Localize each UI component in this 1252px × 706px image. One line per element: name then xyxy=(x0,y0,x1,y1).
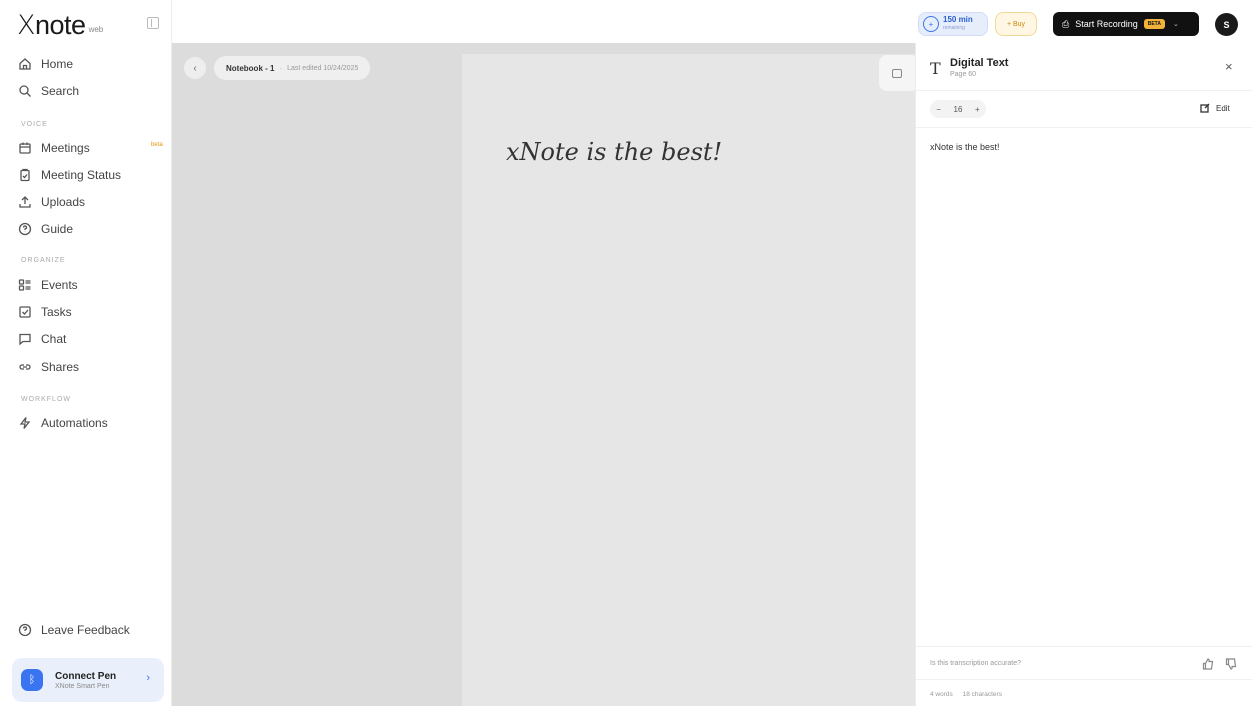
sidebar-item-automations[interactable]: Automations xyxy=(17,412,157,434)
close-icon[interactable]: × xyxy=(1225,59,1233,74)
upload-icon xyxy=(17,194,33,210)
handwriting-stroke: xNote is the best! xyxy=(506,138,722,166)
section-label-organize: ORGANIZE xyxy=(21,257,66,264)
notebook-page[interactable]: xNote is the best! xyxy=(462,54,915,706)
notebook-name[interactable]: Notebook - 1 xyxy=(226,64,274,73)
logo-web-tag: web xyxy=(88,25,104,34)
panel-toggle-button[interactable] xyxy=(879,55,919,91)
sidebar-collapse-icon[interactable] xyxy=(147,17,159,29)
bluetooth-icon: ᛒ xyxy=(21,669,43,691)
sidebar-item-label: Shares xyxy=(41,360,80,374)
character-count: 18 characters xyxy=(962,691,1002,698)
divider xyxy=(916,646,1252,647)
clipboard-check-icon xyxy=(17,167,33,183)
search-icon xyxy=(17,83,33,99)
events-icon xyxy=(17,277,33,293)
sidebar-item-label: Guide xyxy=(41,222,74,236)
sidebar-item-meetings[interactable]: Meetings beta xyxy=(17,137,163,159)
link-icon xyxy=(17,359,33,375)
logo-text: Xnote xyxy=(17,10,86,41)
text-type-icon: T xyxy=(930,59,941,78)
record-icon: ⎙ xyxy=(1062,18,1070,29)
breadcrumb: Notebook - 1 · Last edited 10/24/2025 xyxy=(214,56,371,80)
chevron-down-icon[interactable]: ⌄ xyxy=(1173,20,1179,28)
connect-pen-title: Connect Pen xyxy=(55,670,117,682)
font-size-value: 16 xyxy=(953,104,963,114)
beta-badge: beta xyxy=(151,142,163,148)
calendar-icon xyxy=(17,140,33,156)
panel-icon xyxy=(892,68,902,78)
sidebar-item-guide[interactable]: Guide xyxy=(17,218,157,240)
minutes-sub: remaining xyxy=(943,25,965,31)
breadcrumb-separator: · xyxy=(279,63,283,73)
section-label-workflow: WORKFLOW xyxy=(21,396,71,403)
task-check-icon xyxy=(17,304,33,320)
thumbs-up-icon[interactable] xyxy=(1202,657,1214,670)
font-size-stepper[interactable]: − 16 + xyxy=(930,100,986,118)
avatar[interactable]: S xyxy=(1215,13,1238,36)
transcription-text[interactable]: xNote is the best! xyxy=(930,142,1000,152)
sidebar: Xnote web Home Search VOICE Meetings bet… xyxy=(0,0,172,706)
font-increase-button[interactable]: + xyxy=(975,105,980,114)
clock-icon: + xyxy=(923,16,939,32)
back-button[interactable]: ‹ xyxy=(184,57,206,79)
sidebar-item-label: Automations xyxy=(41,416,108,430)
divider xyxy=(916,127,1252,128)
sidebar-item-label: Search xyxy=(41,84,80,98)
sidebar-item-label: Events xyxy=(41,278,78,292)
connect-pen-card[interactable]: ᛒ Connect Pen XNote Smart Pen › xyxy=(12,658,164,702)
minutes-text: 150 min remaining xyxy=(943,16,973,32)
edit-label: Edit xyxy=(1216,103,1230,113)
divider xyxy=(916,679,1252,680)
leave-feedback-link[interactable]: Leave Feedback xyxy=(17,619,157,641)
chat-icon xyxy=(17,331,33,347)
record-label: Start Recording xyxy=(1075,19,1138,29)
word-count: 4 words xyxy=(930,691,953,698)
home-icon xyxy=(17,56,33,72)
top-bar-background xyxy=(172,0,915,43)
connect-pen-subtitle: XNote Smart Pen xyxy=(55,682,110,690)
help-circle-icon xyxy=(17,221,33,237)
minutes-value: 150 min xyxy=(943,15,973,24)
connect-pen-text: Connect Pen XNote Smart Pen xyxy=(55,671,116,690)
sidebar-item-chat[interactable]: Chat xyxy=(17,328,157,350)
sidebar-item-events[interactable]: Events xyxy=(17,274,157,296)
sidebar-item-uploads[interactable]: Uploads xyxy=(17,191,157,213)
last-edited: Last edited 10/24/2025 xyxy=(287,64,359,72)
divider xyxy=(916,90,1252,91)
sidebar-item-label: Meetings xyxy=(41,141,90,155)
font-decrease-button[interactable]: − xyxy=(936,105,941,114)
feedback-question: Is this transcription accurate? xyxy=(930,660,1022,667)
sidebar-item-shares[interactable]: Shares xyxy=(17,356,157,378)
panel-title: Digital Text xyxy=(950,57,1009,69)
panel-page: Page 60 xyxy=(950,71,977,78)
buy-button[interactable]: + Buy xyxy=(995,12,1037,36)
sidebar-item-search[interactable]: Search xyxy=(17,80,157,102)
sidebar-item-home[interactable]: Home xyxy=(17,53,157,75)
sidebar-item-label: Tasks xyxy=(41,305,72,319)
minutes-remaining[interactable]: + 150 min remaining xyxy=(918,12,988,36)
edit-icon xyxy=(1200,103,1210,113)
app-logo[interactable]: Xnote web xyxy=(17,10,104,41)
edit-button[interactable]: Edit xyxy=(1200,103,1230,113)
sidebar-item-label: Home xyxy=(41,57,74,71)
sidebar-item-label: Chat xyxy=(41,332,67,346)
section-label-voice: VOICE xyxy=(21,121,48,128)
sidebar-item-label: Leave Feedback xyxy=(41,623,130,637)
lightning-icon xyxy=(17,415,33,431)
start-recording-button[interactable]: ⎙ Start Recording BETA ⌄ xyxy=(1053,12,1199,36)
digital-text-panel: T Digital Text Page 60 × − 16 + Edit xNo… xyxy=(915,43,1252,706)
sidebar-item-tasks[interactable]: Tasks xyxy=(17,301,157,323)
sidebar-item-label: Meeting Status xyxy=(41,168,122,182)
beta-badge: BETA xyxy=(1143,19,1165,29)
thumbs-down-icon[interactable] xyxy=(1225,657,1237,670)
notebook-canvas: ‹ Notebook - 1 · Last edited 10/24/2025 … xyxy=(172,0,919,706)
handwriting-text: xNote is the best! xyxy=(506,138,722,166)
help-circle-icon xyxy=(17,622,33,638)
chevron-right-icon[interactable]: › xyxy=(146,672,150,684)
sidebar-item-label: Uploads xyxy=(41,195,86,209)
sidebar-item-meeting-status[interactable]: Meeting Status xyxy=(17,164,157,186)
text-stats: 4 words 18 characters xyxy=(930,691,1010,698)
